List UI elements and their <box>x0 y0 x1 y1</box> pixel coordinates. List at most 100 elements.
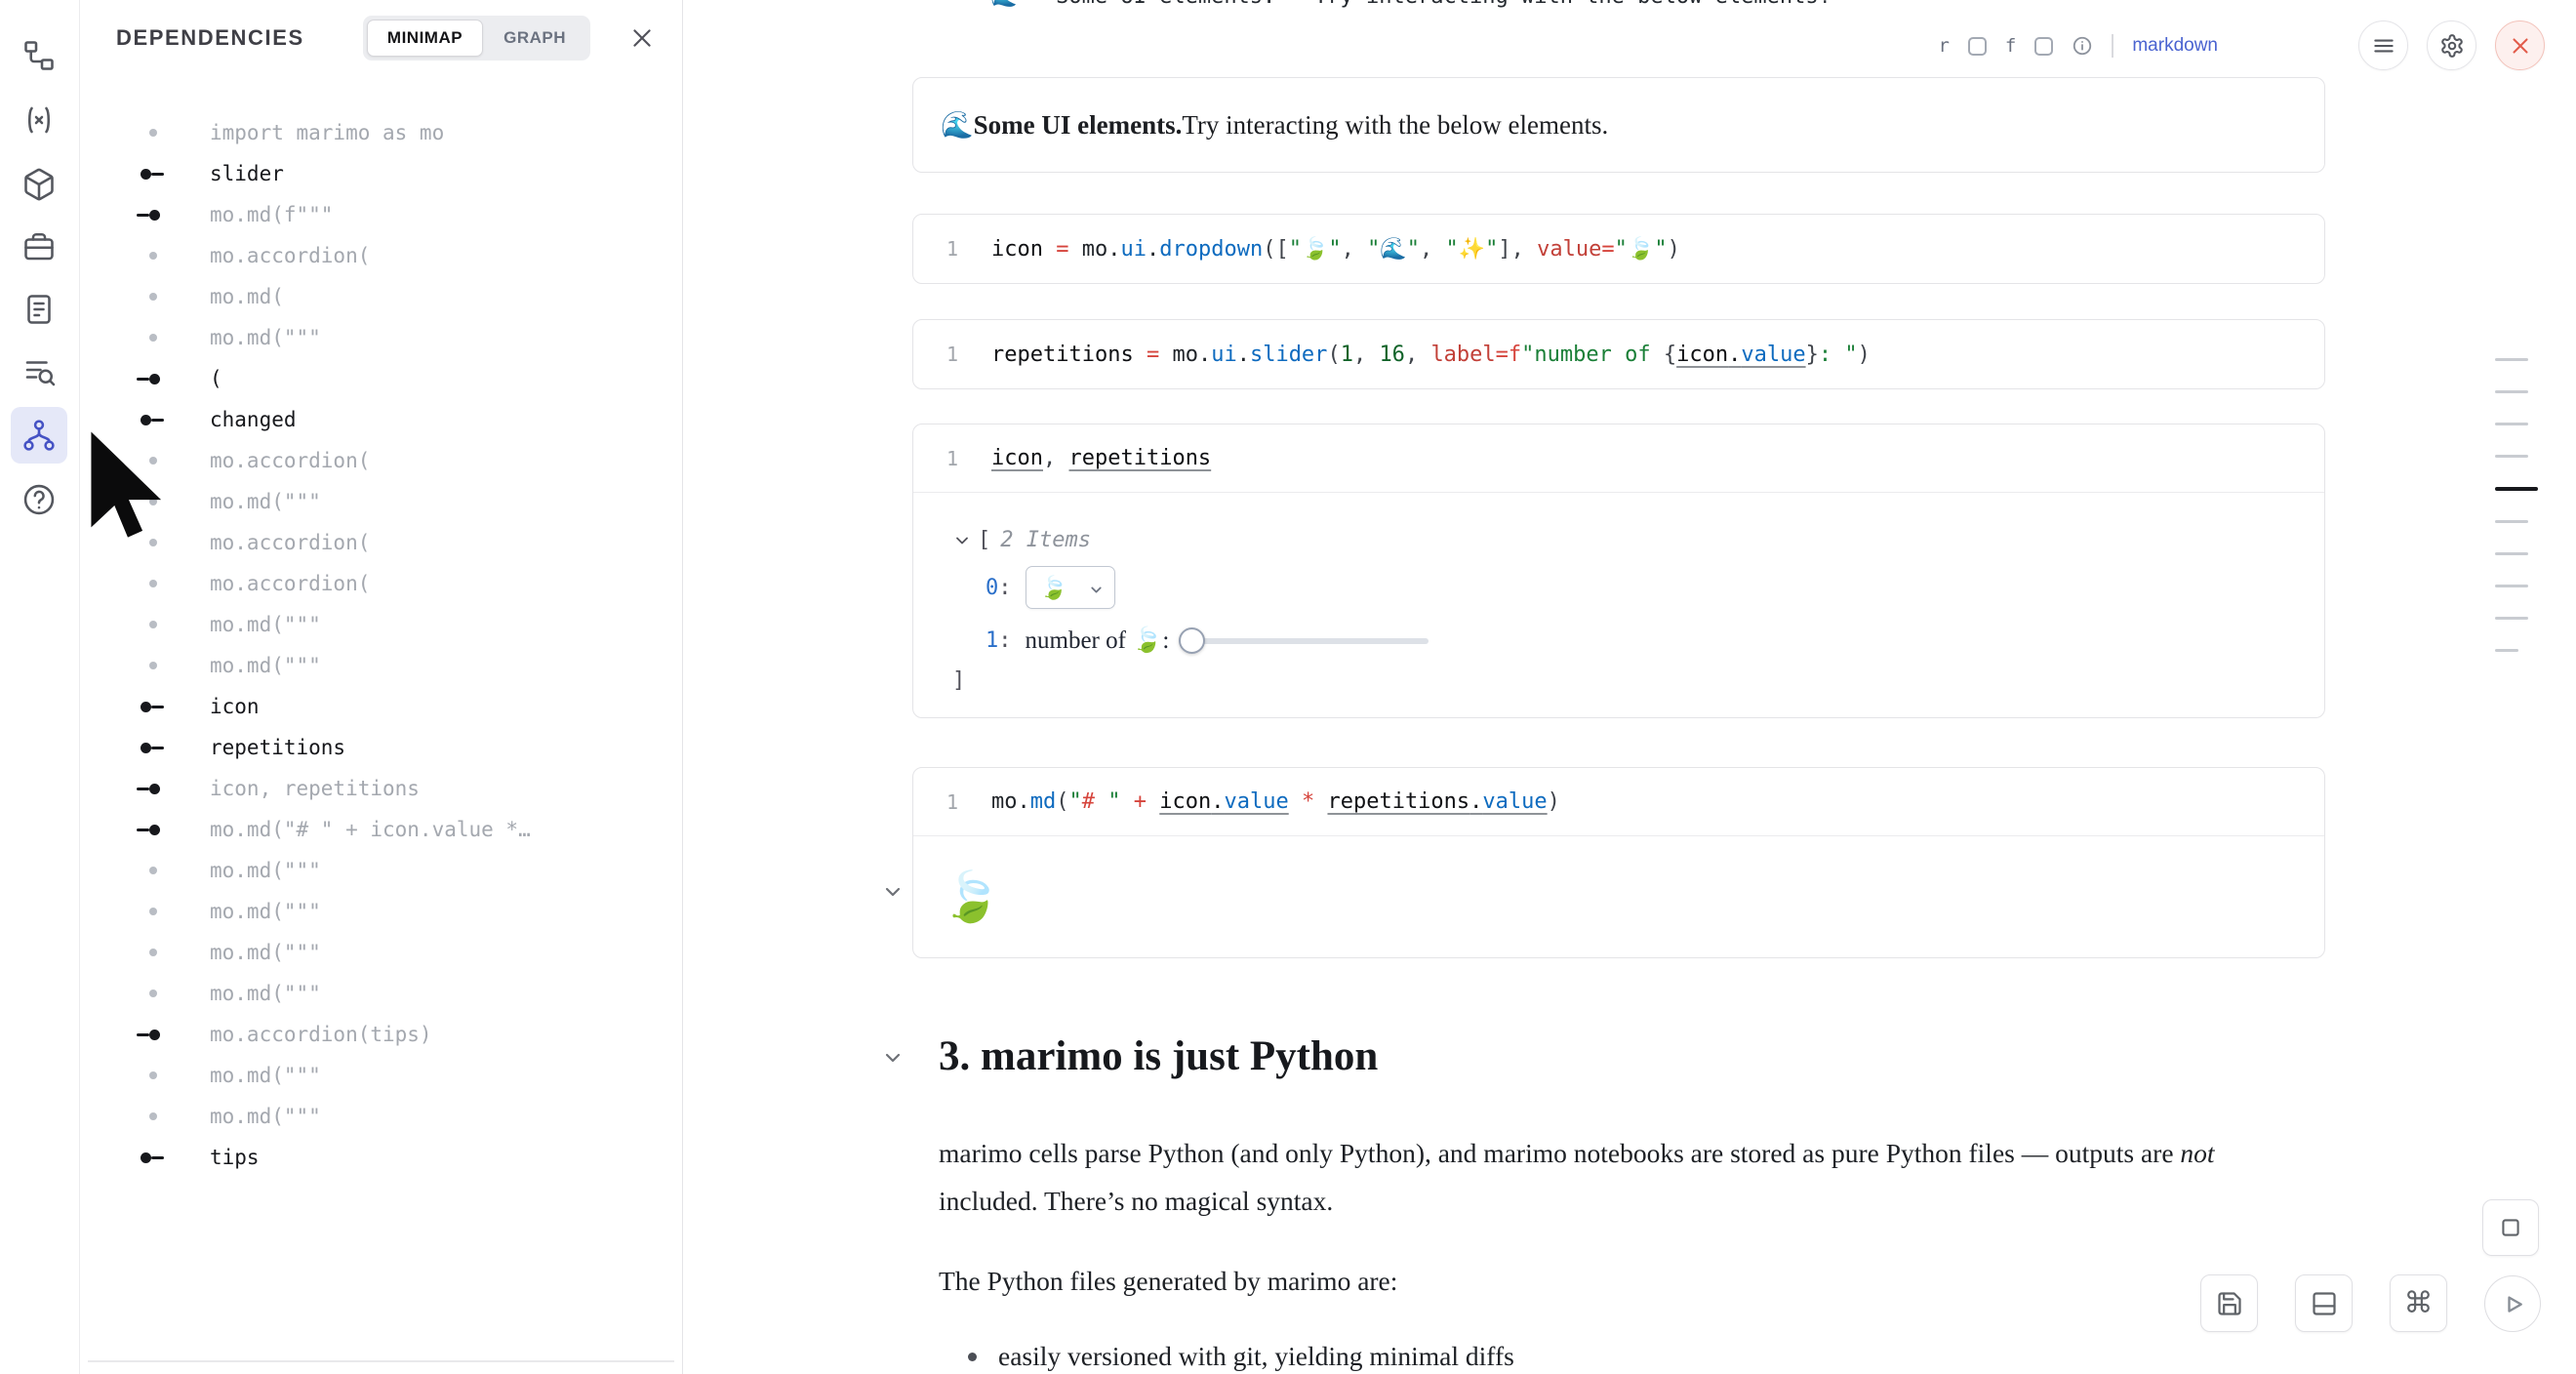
sidebar-item-scratchpad[interactable] <box>11 281 67 338</box>
dependency-item[interactable]: mo.md(""" <box>80 1055 682 1096</box>
bullet-list: easily versioned with git, yielding mini… <box>939 1341 1514 1372</box>
layout-button[interactable] <box>2295 1274 2353 1332</box>
minimap-cell-line[interactable] <box>2495 423 2528 425</box>
dependency-item[interactable]: icon, repetitions <box>80 768 682 809</box>
code-editor[interactable]: 1 mo.md("# " + icon.value * repetitions.… <box>913 768 2324 836</box>
code-cell-tuple: 1 icon, repetitions [ 2 Items 0: 🍃 <box>912 424 2325 718</box>
output-emoji: 🌊 <box>941 109 974 141</box>
paragraph: The Python files generated by marimo are… <box>939 1257 2300 1305</box>
keyboard-shortcuts-button[interactable]: ⌘ <box>2390 1274 2447 1332</box>
dependency-item[interactable]: mo.md(""" <box>80 891 682 932</box>
dependency-item[interactable]: mo.accordion( <box>80 563 682 604</box>
dependency-item[interactable]: mo.md(""" <box>80 973 682 1014</box>
slider-widget[interactable] <box>1181 627 1429 654</box>
sidebar-item-packages[interactable] <box>11 156 67 213</box>
dependency-item-label: mo.accordion( <box>210 449 370 472</box>
sidebar-item-variables[interactable] <box>11 92 67 148</box>
dependency-item[interactable]: mo.md(""" <box>80 645 682 686</box>
dependency-item[interactable]: mo.md(""" <box>80 317 682 358</box>
dependency-item-label: mo.md(""" <box>210 941 321 964</box>
dependency-item[interactable]: mo.accordion(tips) <box>80 1014 682 1055</box>
dependency-item[interactable]: tips <box>80 1137 682 1178</box>
dependency-graph-icon <box>21 418 57 453</box>
dependency-item[interactable]: mo.md(f""" <box>80 194 682 235</box>
dependency-item-label: ( <box>210 367 222 390</box>
minimap-cell-line[interactable] <box>2495 585 2528 587</box>
minimap-cell-line[interactable] <box>2495 487 2538 491</box>
minimap-panel-button[interactable] <box>2482 1199 2539 1256</box>
collapse-section-icon[interactable] <box>881 1046 905 1070</box>
def-port-icon <box>137 169 210 180</box>
info-icon[interactable] <box>2072 35 2093 57</box>
minimap-cell-line[interactable] <box>2495 649 2518 652</box>
dependency-item[interactable]: mo.md(""" <box>80 850 682 891</box>
dependency-item[interactable]: mo.accordion( <box>80 440 682 481</box>
checkbox-f[interactable] <box>2034 37 2053 56</box>
gear-icon <box>2439 33 2465 59</box>
minimap-cell-line[interactable] <box>2495 552 2528 555</box>
minimap-cell-line[interactable] <box>2495 358 2528 361</box>
minimap-cell-line[interactable] <box>2495 455 2528 458</box>
sidebar-item-dependencies[interactable] <box>11 407 67 464</box>
line-number: 1 <box>913 790 958 814</box>
dependency-item[interactable]: mo.accordion( <box>80 235 682 276</box>
code-cell-slider: 1 repetitions = mo.ui.slider(1, 16, labe… <box>912 319 2325 389</box>
sidebar-item-help[interactable] <box>11 471 67 528</box>
dependency-item[interactable]: mo.accordion( <box>80 522 682 563</box>
sidebar-item-logs[interactable] <box>11 344 67 401</box>
sidebar-item-file-tree[interactable] <box>11 27 67 84</box>
code-editor[interactable]: 1 icon, repetitions <box>913 424 2324 493</box>
collapse-icon[interactable] <box>952 531 972 550</box>
marimo-notebook: DEPENDENCIES MINIMAP GRAPH import marimo… <box>0 0 2576 1374</box>
h1-emoji: 🍃 <box>941 869 1001 926</box>
list-item: easily versioned with git, yielding mini… <box>939 1341 1514 1372</box>
slider-knob[interactable] <box>1179 627 1205 654</box>
dependency-item[interactable]: mo.md("# " + icon.value *… <box>80 809 682 850</box>
close-panel-button[interactable] <box>625 21 659 55</box>
dependency-item[interactable]: mo.md(""" <box>80 932 682 973</box>
close-icon <box>629 25 655 51</box>
code-editor[interactable]: 1 repetitions = mo.ui.slider(1, 16, labe… <box>913 320 2324 388</box>
dependency-item[interactable]: import marimo as mo <box>80 112 682 153</box>
dependency-item-label: mo.md(""" <box>210 490 321 513</box>
dependency-item-label: mo.md(""" <box>210 654 321 677</box>
dependency-item[interactable]: changed <box>80 399 682 440</box>
minimap-cell-line[interactable] <box>2495 390 2528 393</box>
dependency-item[interactable]: slider <box>80 153 682 194</box>
sidebar-item-snippets[interactable] <box>11 219 67 275</box>
menu-button[interactable] <box>2358 20 2408 70</box>
dependency-item[interactable]: ( <box>80 358 682 399</box>
dependency-item[interactable]: mo.md(""" <box>80 1096 682 1137</box>
scrollbar[interactable] <box>88 1360 674 1362</box>
md-cell-editor-clipped[interactable]: 🌊 **Some UI elements.** Try interacting … <box>912 0 2325 16</box>
dependency-item[interactable]: icon <box>80 686 682 727</box>
cell-dot-icon <box>137 539 210 546</box>
dependency-item[interactable]: mo.md(""" <box>80 481 682 522</box>
shutdown-button[interactable] <box>2495 20 2545 70</box>
markdown-output: 🌊 Some UI elements. Try interacting with… <box>912 77 2325 173</box>
tab-minimap[interactable]: MINIMAP <box>367 20 483 57</box>
dependency-item-label: mo.md(f""" <box>210 203 333 226</box>
minimap-cell-line[interactable] <box>2495 617 2528 620</box>
cell-dot-icon <box>137 949 210 956</box>
dependency-item-label: mo.md(""" <box>210 900 321 923</box>
settings-button[interactable] <box>2427 20 2476 70</box>
file-tree-icon <box>21 38 57 73</box>
collapse-output-icon[interactable] <box>881 880 905 904</box>
dropdown-widget[interactable]: 🍃 <box>1026 566 1115 609</box>
dependency-item[interactable]: repetitions <box>80 727 682 768</box>
language-badge[interactable]: markdown <box>2132 35 2218 57</box>
run-button[interactable] <box>2484 1275 2541 1332</box>
minimap-cell-line[interactable] <box>2495 520 2528 523</box>
save-button[interactable] <box>2200 1274 2258 1332</box>
line-number: 1 <box>913 237 958 261</box>
dependencies-panel-header: DEPENDENCIES MINIMAP GRAPH <box>80 0 682 76</box>
tab-graph[interactable]: GRAPH <box>483 20 586 57</box>
checkbox-r[interactable] <box>1968 37 1987 56</box>
dependency-item-label: mo.md(""" <box>210 859 321 882</box>
dependency-item[interactable]: mo.md( <box>80 276 682 317</box>
dependency-item-label: mo.md(""" <box>210 613 321 636</box>
def-port-icon <box>137 1152 210 1163</box>
code-editor[interactable]: 1 icon = mo.ui.dropdown(["🍃", "🌊", "✨"],… <box>913 215 2324 283</box>
dependency-item[interactable]: mo.md(""" <box>80 604 682 645</box>
